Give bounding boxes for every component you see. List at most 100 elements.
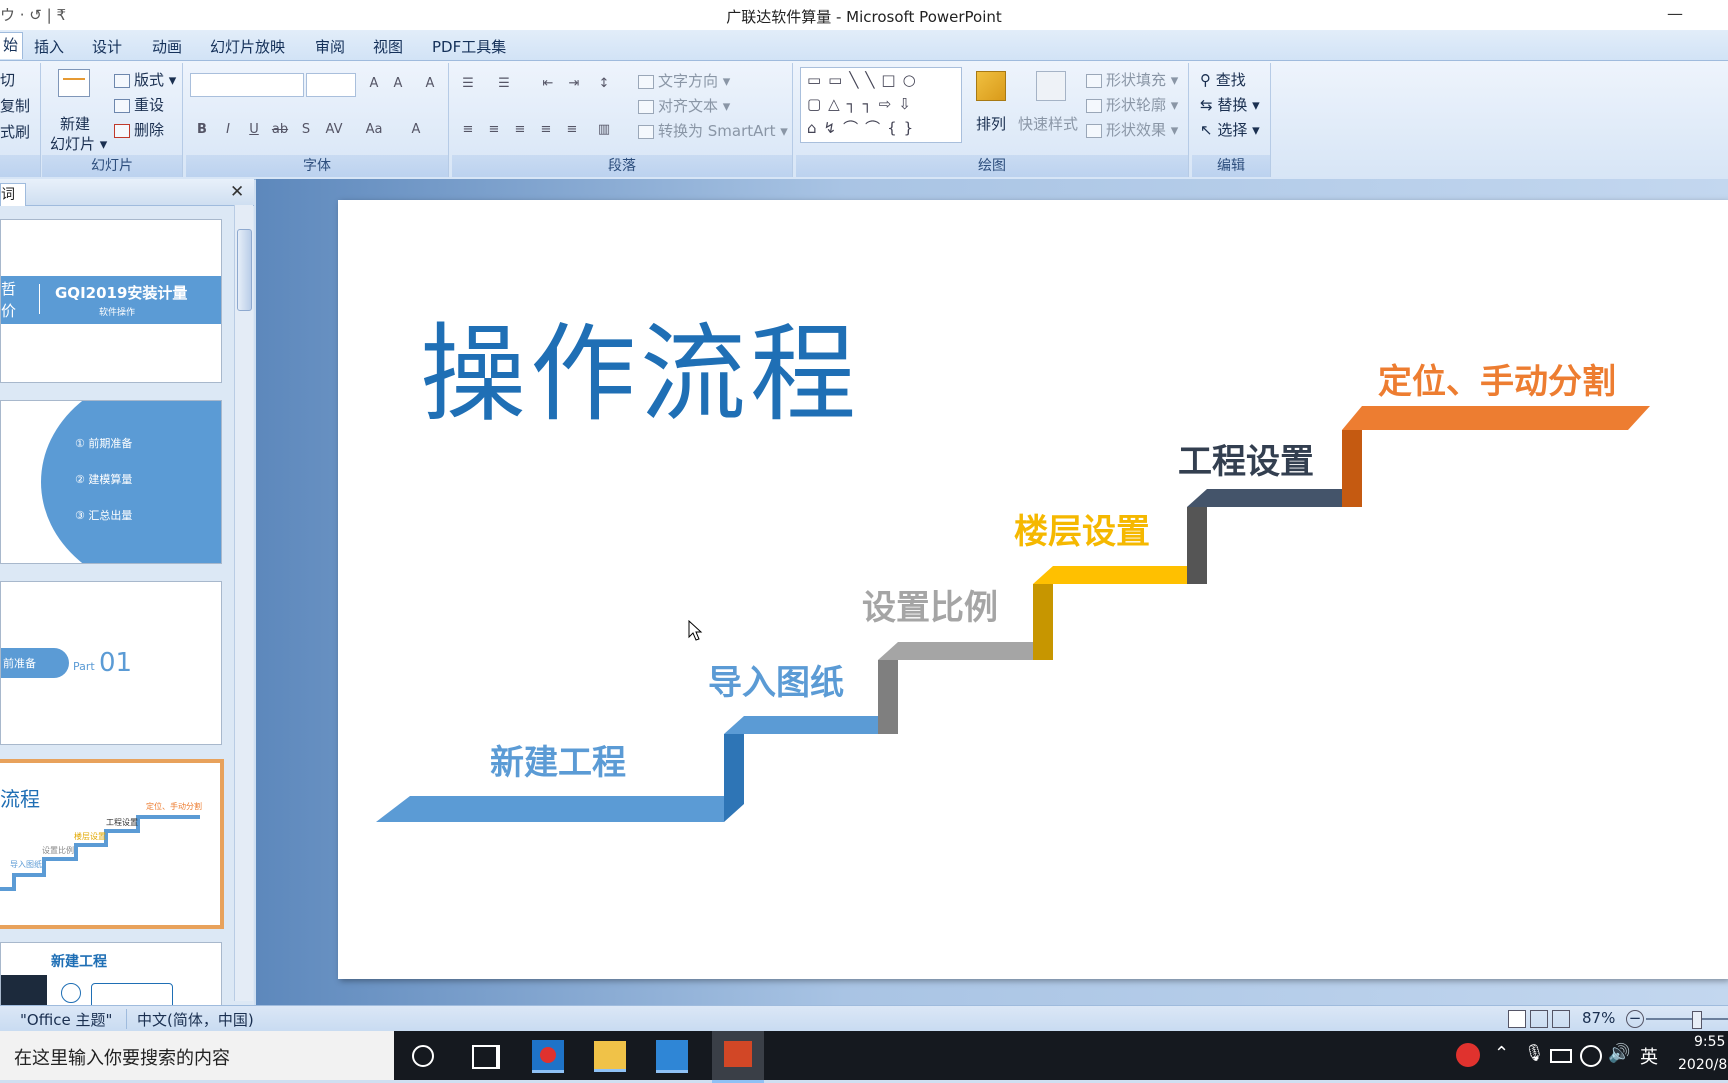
slideshow-view-icon[interactable] — [1552, 1010, 1570, 1028]
tab-slideshow[interactable]: 幻灯片放映 — [210, 36, 285, 57]
file-explorer-icon[interactable] — [594, 1041, 626, 1072]
tab-pdf-tools[interactable]: PDF工具集 — [432, 36, 506, 57]
volume-icon[interactable]: 🔊 — [1608, 1043, 1630, 1064]
task-view-icon[interactable] — [472, 1045, 500, 1069]
tab-view[interactable]: 视图 — [373, 36, 403, 57]
slide-thumbnail-2[interactable]: ① 前期准备 ② 建模算量 ③ 汇总出量 — [0, 400, 222, 564]
bold-icon[interactable]: B — [190, 119, 214, 141]
step-label-6[interactable]: 定位、手动分割 — [1378, 354, 1616, 403]
paragraph-group-label: 段落 — [452, 155, 792, 177]
shadow-icon[interactable]: S — [294, 119, 318, 141]
network-icon[interactable] — [1580, 1045, 1602, 1067]
font-size-select[interactable] — [306, 73, 356, 97]
app-icon-glodon[interactable] — [532, 1040, 564, 1073]
shape-gallery[interactable]: ▭▭╲╲□○ ▢△┐┐⇨⇩ ⌂↯⌒⌒{} — [800, 67, 962, 143]
tab-review[interactable]: 审阅 — [315, 36, 345, 57]
tray-chevron-icon[interactable]: ⌃ — [1494, 1043, 1509, 1064]
slide-thumbnail-1[interactable]: 哲 价 GQI2019安装计量 软件操作 — [0, 219, 222, 383]
normal-view-icon[interactable] — [1508, 1010, 1526, 1028]
tab-animation[interactable]: 动画 — [152, 36, 182, 57]
columns-icon[interactable]: ▥ — [592, 119, 616, 141]
tab-design[interactable]: 设计 — [92, 36, 122, 57]
underline-icon[interactable]: U — [242, 119, 266, 141]
font-color-icon[interactable]: A — [404, 119, 428, 141]
shape-outline-button[interactable]: 形状轮廓 ▾ — [1086, 94, 1178, 115]
line-spacing-icon[interactable]: ↕ — [592, 73, 616, 95]
app-icon-calc[interactable] — [656, 1040, 688, 1073]
copy-button[interactable]: 复制 — [0, 95, 30, 116]
slide-thumbnail-5[interactable]: 新建工程 — [0, 942, 222, 1014]
find-button[interactable]: ⚲ 查找 — [1200, 69, 1246, 90]
slides-group: 新建 幻灯片 ▾ 版式 ▾ 重设 删除 幻灯片 — [42, 63, 183, 177]
grow-font-icon[interactable]: A — [362, 73, 386, 95]
pane-header: 词 ✕ — [0, 179, 254, 206]
clear-format-icon[interactable]: A — [418, 73, 442, 95]
step-label-1[interactable]: 新建工程 — [490, 735, 626, 784]
shape-effects-button[interactable]: 形状效果 ▾ — [1086, 119, 1178, 140]
delete-button[interactable]: 删除 — [114, 119, 164, 140]
taskbar-search-box[interactable]: 在这里输入你要搜索的内容 — [0, 1031, 394, 1080]
step-label-3[interactable]: 设置比例 — [862, 580, 998, 629]
cortana-icon[interactable] — [412, 1045, 434, 1067]
cut-button[interactable]: 切 — [0, 69, 15, 90]
thumb1-divider — [39, 284, 40, 314]
justify-icon[interactable]: ≡ — [534, 119, 558, 141]
pane-scrollbar-thumb[interactable] — [237, 229, 252, 311]
layout-button[interactable]: 版式 ▾ — [114, 69, 176, 90]
tray-app-icon[interactable] — [1456, 1043, 1480, 1067]
align-right-icon[interactable]: ≡ — [508, 119, 532, 141]
step-label-5[interactable]: 工程设置 — [1178, 434, 1314, 483]
pane-tab[interactable]: 词 — [0, 183, 26, 206]
battery-icon[interactable] — [1550, 1049, 1572, 1063]
convert-smartart-button[interactable]: 转换为 SmartArt ▾ — [638, 120, 788, 141]
zoom-level[interactable]: 87% — [1582, 1009, 1615, 1027]
zoom-slider-thumb[interactable] — [1692, 1011, 1702, 1029]
slide-thumbnail-3[interactable]: 前准备 Part 01 — [0, 581, 222, 745]
slide-sorter-icon[interactable] — [1530, 1010, 1548, 1028]
step-3-tread — [878, 642, 1033, 734]
text-direction-button[interactable]: 文字方向 ▾ — [638, 70, 730, 91]
step-label-2[interactable]: 导入图纸 — [708, 655, 844, 704]
status-theme[interactable]: "Office 主题" — [20, 1009, 112, 1030]
replace-button[interactable]: ⇆ 替换 ▾ — [1200, 94, 1260, 115]
slide-canvas[interactable]: 操作流程 新建工程 导入图纸 设置比例 楼层设置 工程设置 定位、手动分割 — [338, 200, 1728, 979]
ime-indicator[interactable]: 英 — [1640, 1043, 1658, 1069]
new-slide-dropdown[interactable]: 幻灯片 ▾ — [50, 133, 107, 154]
align-center-icon[interactable]: ≡ — [482, 119, 506, 141]
pane-close-button[interactable]: ✕ — [230, 182, 244, 202]
powerpoint-taskbar-icon[interactable] — [712, 1031, 764, 1083]
clock-time[interactable]: 9:55 — [1694, 1034, 1725, 1050]
zoom-out-icon[interactable]: − — [1626, 1010, 1644, 1028]
smartart-icon — [638, 124, 654, 139]
step-label-4[interactable]: 楼层设置 — [1014, 504, 1150, 553]
align-left-icon[interactable]: ≡ — [456, 119, 480, 141]
minimize-button[interactable]: — — [1655, 0, 1695, 30]
italic-icon[interactable]: I — [216, 119, 240, 141]
status-language[interactable]: 中文(简体，中国) — [137, 1009, 254, 1030]
shape-fill-button[interactable]: 形状填充 ▾ — [1086, 69, 1178, 90]
char-spacing-icon[interactable]: AV — [322, 119, 346, 141]
slide-thumbnail-4[interactable]: 流程 导入图纸 设置比例 楼层设置 工程设置 定位、手动分割 — [0, 759, 224, 929]
select-button[interactable]: ↖ 选择 ▾ — [1200, 119, 1260, 140]
increase-indent-icon[interactable]: ⇥ — [562, 73, 586, 95]
bullets-icon[interactable]: ☰ — [456, 73, 480, 95]
distributed-icon[interactable]: ≡ — [560, 119, 584, 141]
strikethrough-icon[interactable]: ab — [268, 119, 292, 141]
clock-date[interactable]: 2020/8 — [1678, 1057, 1727, 1073]
new-slide-button[interactable]: 新建 — [60, 113, 90, 134]
change-case-icon[interactable]: Aa — [362, 119, 386, 141]
pane-scrollbar[interactable] — [234, 205, 253, 1001]
microphone-icon[interactable]: 🎙 — [1524, 1043, 1544, 1062]
zoom-slider[interactable] — [1646, 1018, 1728, 1020]
decrease-indent-icon[interactable]: ⇤ — [536, 73, 560, 95]
numbering-icon[interactable]: ☰ — [492, 73, 516, 95]
font-name-select[interactable] — [190, 73, 304, 97]
tab-insert[interactable]: 插入 — [34, 36, 64, 57]
align-text-button[interactable]: 对齐文本 ▾ — [638, 95, 730, 116]
reset-button[interactable]: 重设 — [114, 94, 164, 115]
format-painter-button[interactable]: 式刷 — [0, 121, 30, 142]
tab-home[interactable]: 始 — [0, 32, 24, 59]
quick-styles-button[interactable]: 快速样式 — [1018, 113, 1078, 134]
shrink-font-icon[interactable]: A — [386, 73, 410, 95]
arrange-button[interactable]: 排列 — [976, 113, 1006, 134]
